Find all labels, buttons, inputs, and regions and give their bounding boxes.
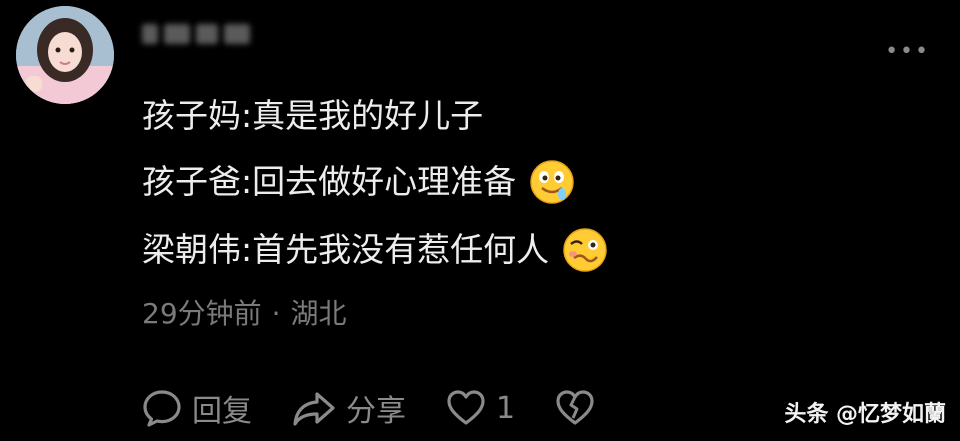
watermark: 头条 @忆梦如蘭 <box>784 402 946 427</box>
comment-line: 孩子爸:回去做好心理准备 <box>142 158 576 206</box>
heart-outline-icon <box>447 390 485 425</box>
share-label: 分享 <box>346 394 406 429</box>
reply-label: 回复 <box>192 394 252 429</box>
like-button[interactable]: 1 <box>446 388 515 428</box>
like-count: 1 <box>496 390 516 426</box>
comment-location: 湖北 <box>290 297 347 330</box>
dislike-button[interactable] <box>555 388 605 428</box>
comment-time: 29分钟前 <box>142 297 262 330</box>
comment-line: 孩子妈:真是我的好儿子 <box>142 94 483 138</box>
share-arrow-icon <box>293 392 335 426</box>
comment-bubble-icon <box>143 390 181 427</box>
meta-separator: · <box>271 297 281 330</box>
woozy-face-emoji-icon <box>561 226 609 274</box>
comment-line-text: 孩子爸:回去做好心理准备 <box>142 162 517 201</box>
more-options-button[interactable]: ••• <box>885 39 930 64</box>
comment-line-text: 孩子妈:真是我的好儿子 <box>142 96 484 135</box>
share-button[interactable]: 分享 <box>292 386 406 430</box>
comment-meta: 29分钟前 · 湖北 <box>142 294 347 334</box>
username-obscured[interactable] <box>140 20 252 50</box>
reply-button[interactable]: 回复 <box>142 386 252 430</box>
broken-heart-icon <box>556 390 594 425</box>
more-horizontal-icon: ••• <box>885 39 930 64</box>
avatar[interactable] <box>16 6 114 104</box>
comment-line: 梁朝伟:首先我没有惹任何人 <box>142 226 609 274</box>
comment-line-text: 梁朝伟:首先我没有惹任何人 <box>142 230 550 269</box>
drooling-face-emoji-icon <box>528 158 576 206</box>
comment-actions: 回复 分享 1 <box>142 384 645 432</box>
